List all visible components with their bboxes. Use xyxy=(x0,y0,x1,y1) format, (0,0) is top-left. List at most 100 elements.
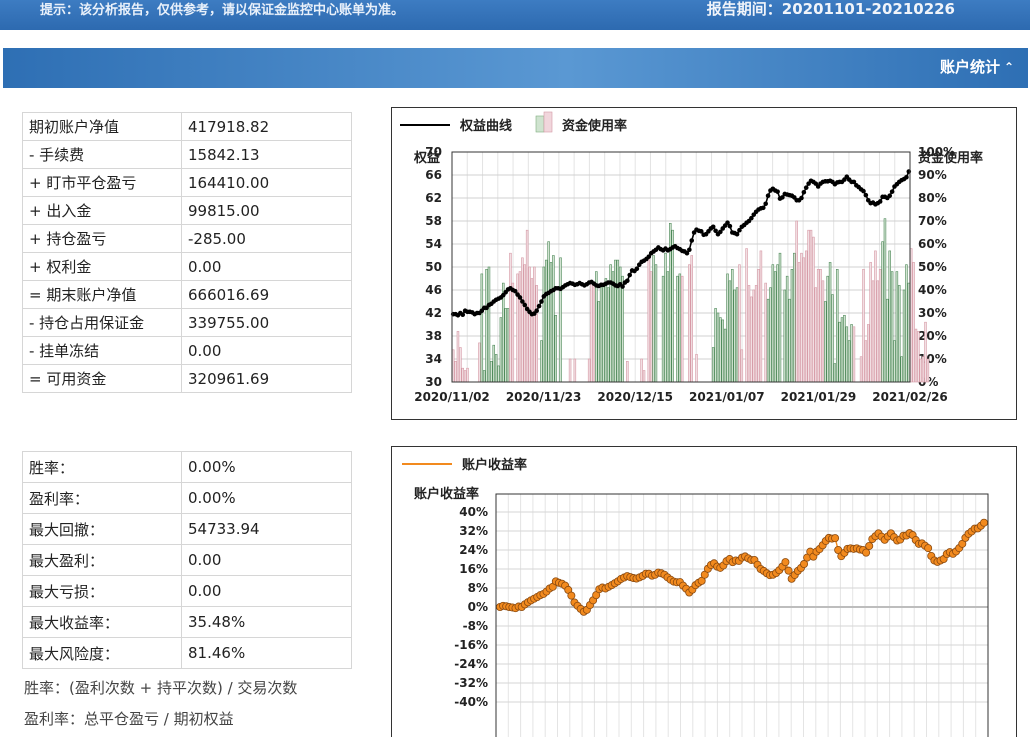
equity-point xyxy=(517,295,523,300)
right-y-tick-label: 30% xyxy=(918,306,947,320)
usage-bar xyxy=(723,328,727,383)
y-tick-label: 16% xyxy=(459,562,488,576)
account-row-value: 15842.13 xyxy=(181,140,352,169)
legend-usage-label: 资金使用率 xyxy=(562,118,627,134)
right-y-tick-label: 80% xyxy=(918,191,947,205)
usage-bar xyxy=(900,356,903,383)
usage-bar xyxy=(640,358,643,383)
usage-bar xyxy=(898,285,901,383)
right-y-tick-label: 90% xyxy=(918,168,947,182)
usage-bar xyxy=(771,264,775,383)
usage-bar xyxy=(523,264,527,383)
account-row: + 权利金 0.00 xyxy=(22,252,352,281)
double-chevron-up-icon[interactable]: ⌃ xyxy=(1004,48,1014,86)
usage-bar xyxy=(451,349,455,383)
equity-point xyxy=(727,223,733,229)
legend-usage-swatch xyxy=(543,111,553,133)
usage-bar xyxy=(778,252,782,383)
usage-bar xyxy=(840,317,844,383)
usage-bar xyxy=(506,308,510,383)
equity-point xyxy=(877,199,883,204)
usage-bar xyxy=(788,298,791,383)
equity-point xyxy=(539,299,544,304)
account-row-value: 0.00 xyxy=(181,336,352,365)
equity-point xyxy=(760,205,766,211)
account-row-label: 期初账户净值 xyxy=(22,112,182,141)
y-axis-title: 账户收益率 xyxy=(414,486,479,502)
usage-bar xyxy=(554,315,558,383)
account-row: + 持仓盈亏 -285.00 xyxy=(22,224,352,253)
equity-point xyxy=(861,188,866,194)
account-row-label: = 可用资金 xyxy=(22,364,182,393)
account-row-value: 0.00 xyxy=(181,252,352,281)
equity-point xyxy=(634,266,640,272)
usage-bar xyxy=(876,280,880,383)
usage-bar xyxy=(454,361,457,383)
usage-bar xyxy=(795,220,798,383)
equity-point xyxy=(689,238,695,243)
usage-bar xyxy=(530,278,534,383)
ratio-row: 盈利率： 0.00% xyxy=(22,482,352,514)
account-return-chart: 40% 32% 24% 16% 8% 0% -8% -16% -24% -32% -40% 账户收益率… xyxy=(391,446,1017,741)
left-axis-title: 权益 xyxy=(413,150,440,166)
usage-bar xyxy=(721,319,724,383)
account-row: 期初账户净值 417918.82 xyxy=(22,112,352,141)
usage-bar xyxy=(757,269,760,383)
left-y-tick-label: 62 xyxy=(425,191,442,205)
account-row-value: 339755.00 xyxy=(181,308,352,337)
ratio-row-value: 0.00% xyxy=(181,482,352,514)
report-period-value: 20201101-20210226 xyxy=(781,0,955,18)
account-row-value: 99815.00 xyxy=(181,196,352,225)
disclaimer-notice: 提示：该分析报告，仅供参考，请以保证金监控中心账单为准。 xyxy=(40,3,405,18)
usage-bar xyxy=(671,229,674,383)
usage-bar xyxy=(776,264,779,383)
account-row-value: 666016.69 xyxy=(181,280,352,309)
usage-bar xyxy=(850,324,853,383)
usage-bar xyxy=(881,241,884,383)
usage-bar xyxy=(759,250,763,383)
usage-bar xyxy=(886,298,889,383)
usage-bar xyxy=(766,298,770,383)
y-tick-label: 40% xyxy=(459,505,488,519)
usage-bar xyxy=(518,271,522,383)
usage-bar xyxy=(807,229,810,383)
usage-bar xyxy=(606,287,610,383)
usage-bar xyxy=(826,275,829,383)
left-y-tick-label: 46 xyxy=(425,283,442,297)
usage-bar xyxy=(871,280,875,383)
usage-bar xyxy=(874,250,877,383)
usage-bar xyxy=(590,282,593,383)
usage-bar xyxy=(831,294,834,383)
account-row-value: 417918.82 xyxy=(181,112,352,141)
usage-bar xyxy=(626,361,629,383)
usage-bar xyxy=(592,282,596,383)
ratio-row-label: 盈利率： xyxy=(22,482,182,514)
usage-bar xyxy=(661,275,665,383)
usage-bar xyxy=(824,301,827,383)
y-tick-label: 0% xyxy=(468,600,488,614)
usage-bar xyxy=(544,259,548,383)
usage-bar xyxy=(909,248,913,383)
y-tick-label: 8% xyxy=(468,581,488,595)
usage-bar xyxy=(547,241,550,383)
usage-bar xyxy=(568,358,572,383)
usage-bar xyxy=(735,287,739,383)
usage-bar xyxy=(783,289,787,383)
left-y-tick-label: 38 xyxy=(425,329,442,343)
equity-point xyxy=(534,308,539,313)
section-title: 账户统计 xyxy=(939,58,1000,76)
usage-bar xyxy=(800,252,803,383)
equity-point xyxy=(803,185,809,190)
ratio-row-value: 0.00 xyxy=(181,544,352,576)
account-stats-section-bar[interactable]: 账户统计 ⌃ xyxy=(3,48,1028,88)
usage-bar xyxy=(616,259,620,383)
usage-bar xyxy=(456,331,460,383)
usage-bar xyxy=(666,271,670,383)
usage-bar xyxy=(714,308,717,383)
ratio-row: 最大回撤： 54733.94 xyxy=(22,513,352,545)
usage-bar xyxy=(719,317,722,383)
usage-bar xyxy=(812,236,815,383)
return-point xyxy=(980,518,989,527)
usage-bar xyxy=(716,312,720,383)
report-period: 报告期间：20201101-20210226 xyxy=(707,0,955,18)
